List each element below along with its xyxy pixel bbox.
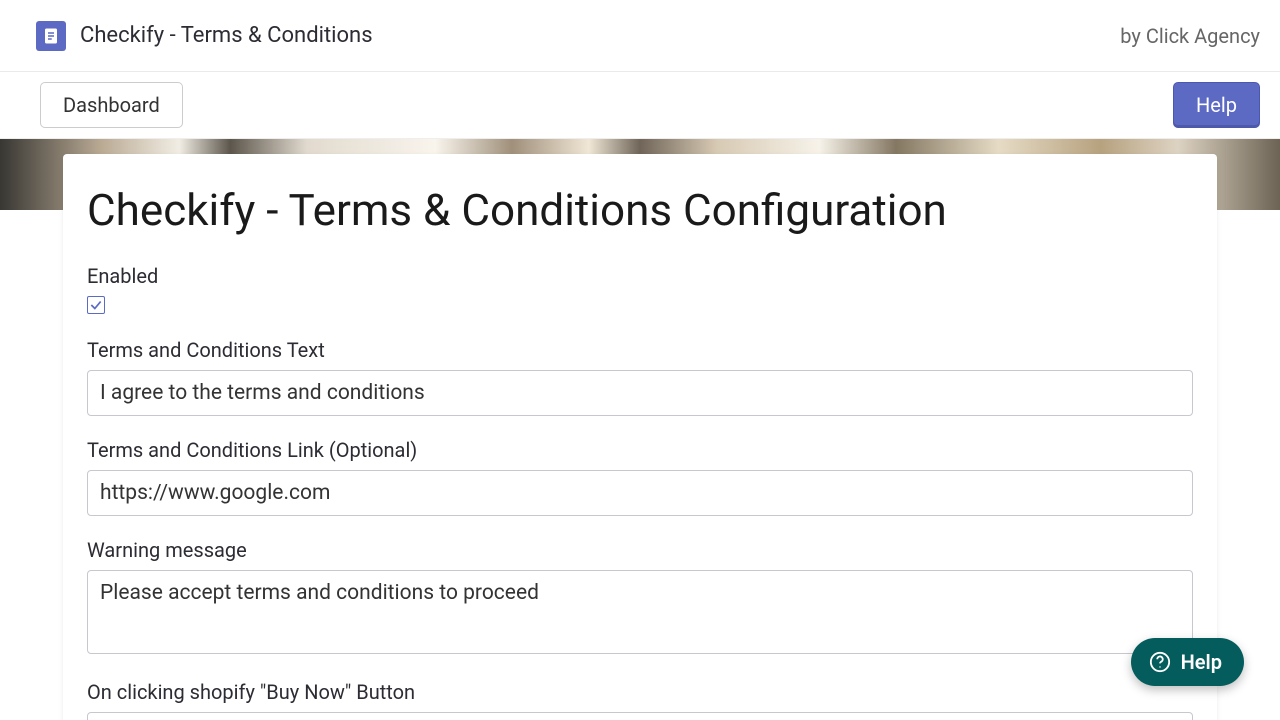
buy-now-select[interactable] [87,712,1193,720]
app-title: Checkify - Terms & Conditions [80,23,373,48]
topbar: Checkify - Terms & Conditions by Click A… [0,0,1280,72]
by-line: by Click Agency [1120,24,1260,48]
warning-label: Warning message [87,538,1193,562]
warning-field: Warning message [87,538,1193,658]
page-title: Checkify - Terms & Conditions Configurat… [87,184,1193,236]
terms-link-input[interactable] [87,470,1193,516]
terms-text-input[interactable] [87,370,1193,416]
enabled-checkbox[interactable] [87,296,105,314]
floating-help-label: Help [1181,650,1222,674]
terms-link-label: Terms and Conditions Link (Optional) [87,438,1193,462]
help-button[interactable]: Help [1173,82,1260,128]
terms-link-field: Terms and Conditions Link (Optional) [87,438,1193,516]
buy-now-field: On clicking shopify "Buy Now" Button [87,680,1193,720]
terms-text-label: Terms and Conditions Text [87,338,1193,362]
help-circle-icon [1149,651,1171,673]
buy-now-label: On clicking shopify "Buy Now" Button [87,680,1193,704]
warning-textarea[interactable] [87,570,1193,654]
enabled-field: Enabled [87,264,1193,316]
floating-help-button[interactable]: Help [1131,638,1244,686]
enabled-label: Enabled [87,264,1193,288]
app-logo-icon [36,21,66,51]
config-card: Checkify - Terms & Conditions Configurat… [63,154,1217,720]
terms-text-field: Terms and Conditions Text [87,338,1193,416]
dashboard-button[interactable]: Dashboard [40,82,183,128]
navbar: Dashboard Help [0,72,1280,139]
